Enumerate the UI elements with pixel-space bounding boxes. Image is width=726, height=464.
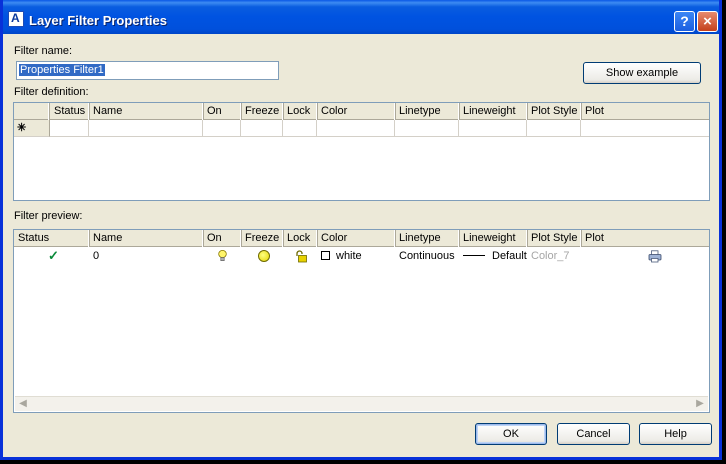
definition-col-plot[interactable]: Plot xyxy=(581,103,709,120)
new-row-marker-icon: ✳ xyxy=(14,120,50,137)
layer-color-name[interactable]: white xyxy=(336,250,362,262)
filter-name-label: Filter name: xyxy=(14,45,73,57)
filter-preview-grid[interactable]: Status Name On Freeze Lock Color Linetyp… xyxy=(13,229,710,413)
color-swatch[interactable] xyxy=(321,251,330,260)
lineweight-sample-line xyxy=(463,254,485,256)
definition-col-lock[interactable]: Lock xyxy=(283,103,317,120)
title-help-button[interactable]: ? xyxy=(674,11,695,32)
scroll-right-arrow-icon[interactable]: ▶ xyxy=(693,398,707,410)
preview-col-linetype[interactable]: Linetype xyxy=(395,230,459,247)
definition-cell-on[interactable] xyxy=(203,120,241,137)
definition-col-plot-style[interactable]: Plot Style xyxy=(527,103,581,120)
preview-col-freeze[interactable]: Freeze xyxy=(241,230,283,247)
preview-col-status[interactable]: Status xyxy=(14,230,89,247)
definition-cell-name[interactable] xyxy=(89,120,203,137)
current-layer-check-icon: ✓ xyxy=(48,248,59,263)
definition-corner-cell xyxy=(14,103,49,120)
definition-cell-status[interactable] xyxy=(50,120,89,137)
preview-col-plot-style[interactable]: Plot Style xyxy=(527,230,581,247)
preview-col-lock[interactable]: Lock xyxy=(283,230,317,247)
filter-name-value: Properties Filter1 xyxy=(19,64,105,76)
filter-definition-grid[interactable]: Status Name On Freeze Lock Color Linetyp… xyxy=(13,102,710,201)
layer-lineweight[interactable]: Default xyxy=(492,250,527,262)
scroll-left-arrow-icon[interactable]: ◀ xyxy=(16,398,30,410)
preview-col-color[interactable]: Color xyxy=(317,230,395,247)
unlocked-padlock-icon[interactable] xyxy=(294,250,308,263)
layer-linetype[interactable]: Continuous xyxy=(395,248,459,265)
title-bar[interactable]: Layer Filter Properties ? × xyxy=(3,0,719,34)
definition-cell-plot-style[interactable] xyxy=(527,120,581,137)
cancel-button[interactable]: Cancel xyxy=(557,423,630,445)
definition-header-row: Status Name On Freeze Lock Color Linetyp… xyxy=(14,103,709,120)
lightbulb-on-icon[interactable] xyxy=(218,250,227,262)
definition-cell-freeze[interactable] xyxy=(241,120,283,137)
definition-cell-linetype[interactable] xyxy=(395,120,459,137)
autocad-app-icon xyxy=(8,11,24,27)
help-button[interactable]: Help xyxy=(639,423,712,445)
preview-header-row: Status Name On Freeze Lock Color Linetyp… xyxy=(14,230,709,247)
preview-col-on[interactable]: On xyxy=(203,230,241,247)
definition-cell-plot[interactable] xyxy=(581,120,709,137)
title-close-button[interactable]: × xyxy=(697,11,718,32)
preview-horizontal-scrollbar[interactable]: ◀ ▶ xyxy=(15,396,708,411)
filter-name-input[interactable]: Properties Filter1 xyxy=(16,61,279,80)
layer-name: 0 xyxy=(93,250,100,262)
definition-cell-color[interactable] xyxy=(317,120,395,137)
definition-col-lineweight[interactable]: Lineweight xyxy=(459,103,527,120)
preview-col-lineweight[interactable]: Lineweight xyxy=(459,230,527,247)
definition-col-color[interactable]: Color xyxy=(317,103,395,120)
ok-button[interactable]: OK xyxy=(475,423,547,445)
preview-col-plot[interactable]: Plot xyxy=(581,230,709,247)
definition-col-on[interactable]: On xyxy=(203,103,241,120)
definition-cell-lineweight[interactable] xyxy=(459,120,527,137)
definition-col-freeze[interactable]: Freeze xyxy=(241,103,283,120)
window-title: Layer Filter Properties xyxy=(29,13,167,28)
definition-col-linetype[interactable]: Linetype xyxy=(395,103,459,120)
definition-col-status[interactable]: Status xyxy=(50,103,89,120)
definition-cell-lock[interactable] xyxy=(283,120,317,137)
definition-new-row[interactable]: ✳ xyxy=(14,120,709,137)
filter-preview-label: Filter preview: xyxy=(14,210,83,222)
preview-col-name[interactable]: Name xyxy=(89,230,203,247)
show-example-button[interactable]: Show example xyxy=(583,62,701,84)
preview-layer-row[interactable]: ✓ 0 white Continuous Default Color_7 xyxy=(14,248,709,265)
definition-col-name[interactable]: Name xyxy=(89,103,203,120)
filter-definition-label: Filter definition: xyxy=(14,86,89,98)
sun-thawed-icon[interactable] xyxy=(258,250,270,262)
printer-icon[interactable] xyxy=(648,250,662,263)
layer-filter-properties-dialog: Layer Filter Properties ? × Filter name:… xyxy=(0,0,722,460)
layer-plot-style: Color_7 xyxy=(531,250,570,262)
